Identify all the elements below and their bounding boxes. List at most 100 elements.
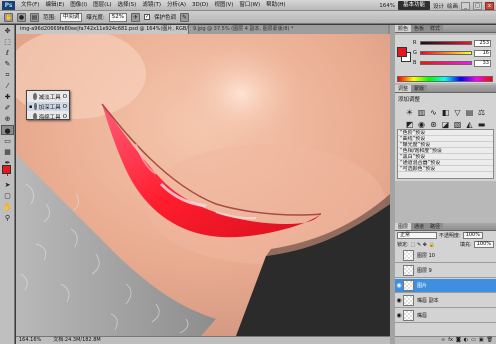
range-select[interactable]: 中间调 bbox=[59, 12, 83, 22]
path-select-tool-icon[interactable]: ➤ bbox=[1, 180, 14, 190]
dodge-tool-icon[interactable]: ● bbox=[1, 125, 14, 135]
zoom-tool-icon[interactable]: ⚲ bbox=[1, 213, 14, 223]
brush-tool-icon[interactable]: ✐ bbox=[1, 103, 14, 113]
menu-window[interactable]: 窗口(W) bbox=[236, 0, 263, 11]
shape-tool-icon[interactable]: ▢ bbox=[1, 191, 14, 201]
healing-tool-icon[interactable]: ✚ bbox=[1, 92, 14, 102]
tab-channels[interactable]: 通道 bbox=[411, 223, 428, 230]
r-slider[interactable] bbox=[420, 41, 472, 45]
layer-row[interactable]: 图层 9 bbox=[395, 264, 496, 278]
tab-layers[interactable]: 图层 bbox=[395, 223, 412, 230]
document-tab-inactive[interactable]: 9.jpg @ 37.5% (图层 4 副本, 图层蒙版/8) * bbox=[188, 25, 388, 34]
lasso-tool-icon[interactable]: ℓ bbox=[1, 48, 14, 58]
layer-row[interactable]: ◉ 嘴唇 副本 bbox=[395, 294, 496, 308]
fx-icon[interactable]: fx bbox=[448, 337, 453, 344]
brightness-icon[interactable]: ☀ bbox=[405, 108, 414, 117]
tab-paths[interactable]: 路径 bbox=[427, 223, 444, 230]
g-value[interactable]: 16 bbox=[474, 49, 491, 57]
menu-analysis[interactable]: 分析(A) bbox=[164, 0, 189, 11]
threshold-icon[interactable]: ◭ bbox=[465, 120, 474, 129]
menu-help[interactable]: 帮助(H) bbox=[263, 0, 288, 11]
eyedropper-tool-icon[interactable]: ⁄ bbox=[1, 81, 14, 91]
flyout-item-sponge[interactable]: 海绵工具 O bbox=[27, 112, 69, 121]
tab-styles[interactable]: 样式 bbox=[427, 25, 444, 32]
blend-mode-select[interactable]: 正常 bbox=[397, 232, 437, 239]
trash-icon[interactable]: 🗑 bbox=[487, 337, 493, 344]
tab-swatches[interactable]: 色板 bbox=[411, 25, 428, 32]
menu-3d[interactable]: 3D(D) bbox=[189, 0, 211, 11]
layer-row-selected[interactable]: ◉ 图片 bbox=[395, 279, 496, 293]
layer-row[interactable]: 图层 10 bbox=[395, 249, 496, 263]
lock-icons[interactable]: ⬚ ✎ ✥ 🔒 bbox=[411, 242, 435, 248]
fill-input[interactable]: 100% bbox=[473, 241, 494, 248]
channel-mixer-icon[interactable]: ⊛ bbox=[429, 120, 438, 129]
menu-file[interactable]: 文件(F) bbox=[18, 0, 42, 11]
menu-edit[interactable]: 编辑(E) bbox=[42, 0, 67, 11]
gradient-tool-icon[interactable]: ▦ bbox=[1, 147, 14, 157]
eye-icon[interactable]: ◉ bbox=[395, 312, 403, 319]
workspace-paint-button[interactable]: 绘画 bbox=[447, 2, 458, 10]
add-mask-icon[interactable]: ◙ bbox=[456, 337, 461, 344]
tab-masks[interactable]: 蒙版 bbox=[411, 85, 428, 92]
airbrush-icon[interactable]: ✈ bbox=[130, 12, 140, 22]
color-spectrum[interactable] bbox=[397, 76, 493, 82]
workspace-design-button[interactable]: 设计 bbox=[433, 2, 444, 10]
flyout-item-dodge[interactable]: 减淡工具 O bbox=[27, 92, 69, 101]
exposure-input[interactable]: 52% bbox=[108, 12, 127, 22]
hand-tool-icon[interactable]: ✋ bbox=[1, 202, 14, 212]
menu-filter[interactable]: 滤镜(T) bbox=[139, 0, 164, 11]
tablet-pressure-icon[interactable]: ✎ bbox=[179, 12, 189, 22]
r-value[interactable]: 253 bbox=[474, 39, 491, 47]
clone-tool-icon[interactable]: ⊕ bbox=[1, 114, 14, 124]
link-layers-icon[interactable]: ∞ bbox=[441, 337, 445, 344]
minimize-button[interactable]: _ bbox=[461, 1, 470, 10]
workspace-essentials-button[interactable]: 基本功能 bbox=[397, 1, 430, 10]
close-button[interactable]: x bbox=[485, 1, 494, 10]
eye-icon[interactable]: ◉ bbox=[395, 282, 403, 289]
curves-icon[interactable]: ∿ bbox=[429, 108, 438, 117]
hue-saturation-icon[interactable]: ▤ bbox=[465, 108, 474, 117]
eraser-tool-icon[interactable]: ▭ bbox=[1, 136, 14, 146]
maximize-button[interactable]: □ bbox=[473, 1, 482, 10]
foreground-color-swatch[interactable] bbox=[2, 165, 11, 174]
black-white-icon[interactable]: ◩ bbox=[405, 120, 414, 129]
color-balance-icon[interactable]: ⚖ bbox=[477, 108, 486, 117]
marquee-tool-icon[interactable]: ⬚ bbox=[1, 37, 14, 47]
opacity-input[interactable]: 100% bbox=[462, 232, 483, 239]
b-value[interactable]: 33 bbox=[474, 59, 491, 67]
crop-tool-icon[interactable]: ⌗ bbox=[1, 70, 14, 80]
eye-icon[interactable]: ◉ bbox=[395, 297, 403, 304]
brush-panel-icon[interactable]: ▤ bbox=[30, 12, 39, 22]
posterize-icon[interactable]: ▧ bbox=[453, 120, 462, 129]
new-group-icon[interactable]: ▭ bbox=[471, 337, 476, 344]
tab-adjustments[interactable]: 调整 bbox=[395, 85, 412, 92]
color-panel-fg-swatch[interactable] bbox=[397, 47, 407, 57]
image-canvas[interactable] bbox=[16, 34, 390, 336]
burn-tool-icon[interactable]: ✋ bbox=[4, 12, 13, 22]
quick-select-tool-icon[interactable]: ✎ bbox=[1, 59, 14, 69]
menu-layer[interactable]: 图层(L) bbox=[90, 0, 114, 11]
vibrance-icon[interactable]: ▽ bbox=[453, 108, 462, 117]
flyout-item-burn[interactable]: ▪ 加深工具 O bbox=[27, 102, 69, 111]
menu-select[interactable]: 选择(S) bbox=[115, 0, 140, 11]
zoom-level[interactable]: 164% bbox=[379, 3, 395, 9]
new-layer-icon[interactable]: ▣ bbox=[479, 337, 484, 344]
status-zoom[interactable]: 164.16% bbox=[19, 337, 41, 344]
gradient-map-icon[interactable]: ▬ bbox=[477, 120, 486, 129]
b-slider[interactable] bbox=[420, 61, 472, 65]
photo-filter-icon[interactable]: ◉ bbox=[417, 120, 426, 129]
protect-tones-checkbox[interactable]: ✓ bbox=[143, 14, 150, 20]
brush-preset-icon[interactable]: ● bbox=[17, 12, 26, 22]
adjustment-layer-icon[interactable]: ◐ bbox=[464, 337, 468, 344]
layer-row[interactable]: ◉ 嘴唇 bbox=[395, 309, 496, 323]
levels-icon[interactable]: ▥ bbox=[417, 108, 426, 117]
menu-view[interactable]: 视图(V) bbox=[211, 0, 236, 11]
g-slider[interactable] bbox=[420, 51, 472, 55]
document-tab-active[interactable]: img-a96d20669fe80ee|fa742x11e924c681.psd… bbox=[16, 25, 188, 34]
move-tool-icon[interactable]: ✥ bbox=[1, 26, 14, 36]
preset-selective-color[interactable]: “可选颜色”预设 bbox=[398, 166, 493, 172]
exposure-icon[interactable]: ◧ bbox=[441, 108, 450, 117]
tab-color[interactable]: 颜色 bbox=[395, 25, 412, 32]
menu-image[interactable]: 图像(I) bbox=[67, 0, 90, 11]
invert-icon[interactable]: ◪ bbox=[441, 120, 450, 129]
